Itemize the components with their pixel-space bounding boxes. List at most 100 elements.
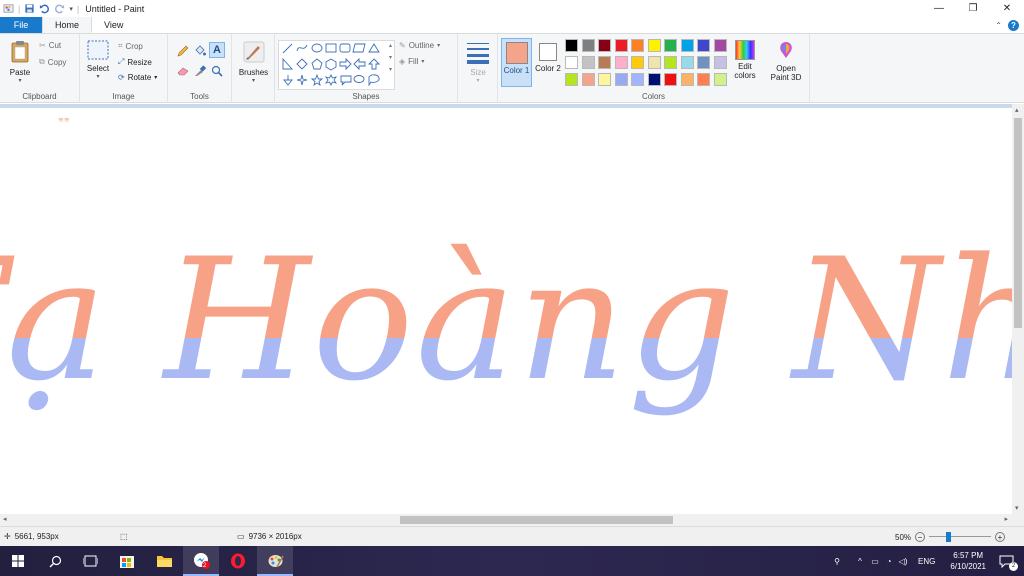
undo-icon[interactable] [39,3,50,14]
zoom-slider-thumb[interactable] [945,532,951,542]
palette-swatch[interactable] [647,56,661,69]
zoom-slider[interactable] [929,532,992,542]
taskbar-store-app[interactable] [109,546,145,576]
palette-swatch[interactable] [713,73,727,86]
rotate-button[interactable]: ⟳ Rotate ▾ [118,73,157,82]
color1-button[interactable]: Color 1 [501,38,532,87]
color-picker-icon[interactable] [193,65,207,77]
clock[interactable]: 6:57 PM 6/10/2021 [950,550,986,572]
palette-swatch[interactable] [680,73,694,86]
copy-button[interactable]: ⧉ Copy [39,57,66,67]
resize-handle-mark[interactable]: ≋≋ [58,116,70,124]
zoom-out-icon[interactable]: − [915,532,926,542]
palette-swatch[interactable] [581,56,595,69]
volume-icon[interactable]: ◁) [896,557,910,566]
palette-swatch[interactable] [664,39,677,52]
paste-dropdown-icon[interactable]: ▾ [6,77,34,84]
palette-swatch[interactable] [680,39,694,52]
palette-swatch[interactable] [614,56,628,69]
palette-swatch[interactable] [680,56,694,69]
save-icon[interactable] [24,3,35,14]
close-button[interactable]: ✕ [990,0,1024,17]
palette-swatch[interactable] [565,39,578,52]
palette-swatch[interactable] [581,39,595,52]
fill-bucket-icon[interactable] [193,44,207,58]
select-button[interactable]: Select ▾ [85,40,111,80]
redo-icon[interactable] [54,3,65,14]
show-hidden-icons-icon[interactable]: ^ [852,557,868,566]
drawing-canvas[interactable]: ≋≋ Tạ Hoàng Nhi [0,108,1024,514]
tab-view[interactable]: View [92,17,135,33]
vertical-scrollbar[interactable]: ▴ ▾ [1012,104,1024,514]
search-button[interactable] [37,546,73,576]
color1-swatch [505,42,528,64]
vertical-scroll-thumb[interactable] [1014,118,1022,328]
text-tool-icon[interactable]: A [209,42,225,58]
cut-button[interactable]: ✂ Cut [39,41,61,50]
palette-swatch[interactable] [664,56,677,69]
palette-swatch[interactable] [565,56,578,69]
collapse-ribbon-icon[interactable]: ⌃ [995,21,1002,30]
tab-file[interactable]: File [0,17,42,33]
palette-swatch[interactable] [697,56,710,69]
outline-button[interactable]: ✎ Outline ▾ [399,41,440,50]
resize-button[interactable]: ⤢ Resize [118,57,152,67]
pencil-icon[interactable] [176,44,190,58]
palette-swatch[interactable] [697,39,710,52]
scroll-left-icon[interactable]: ◂ [3,515,7,523]
horizontal-scrollbar[interactable]: ◂ ▸ [0,514,1024,526]
language-indicator[interactable]: ENG [918,557,935,566]
edit-colors-button[interactable]: Edit colors [730,40,760,80]
scroll-down-icon[interactable]: ▾ [1015,504,1019,512]
scroll-up-icon[interactable]: ▴ [1015,106,1019,114]
palette-swatch[interactable] [581,73,595,86]
magnifier-icon[interactable] [211,65,223,77]
brushes-button[interactable]: Brushes ▾ [235,40,272,84]
taskbar-opera[interactable] [220,546,256,576]
taskbar-messenger[interactable]: 2 [183,546,219,576]
palette-swatch[interactable] [598,39,611,52]
scroll-right-icon[interactable]: ▸ [1004,515,1008,523]
palette-swatch[interactable] [713,39,727,52]
action-center-button[interactable]: 2 [988,546,1024,576]
open-paint3d-button[interactable]: Open Paint 3D [766,40,806,82]
start-button[interactable] [0,546,36,576]
palette-swatch[interactable] [598,73,611,86]
minimize-button[interactable]: — [922,0,956,17]
customize-qa-icon[interactable]: ▾ [69,5,73,13]
zoom-in-icon[interactable]: + [995,532,1006,542]
fill-button[interactable]: ◈ Fill ▾ [399,57,424,66]
palette-swatch[interactable] [631,56,644,69]
palette-swatch[interactable] [664,73,677,86]
palette-swatch[interactable] [598,56,611,69]
palette-swatch[interactable] [697,73,710,86]
horizontal-scroll-thumb[interactable] [400,516,673,524]
network-icon[interactable]: ◔ [882,557,896,566]
battery-icon[interactable]: ▭ [868,557,882,566]
palette-swatch[interactable] [647,73,661,86]
select-dropdown-icon[interactable]: ▾ [85,73,111,80]
palette-swatch[interactable] [614,73,628,86]
maximize-button[interactable]: ❐ [956,0,990,17]
crop-button[interactable]: ⌗ Crop [118,41,143,51]
task-view-button[interactable] [72,546,108,576]
shapes-scroll[interactable]: ▴ ▾ ▾ [386,40,395,90]
taskbar-file-explorer[interactable] [146,546,182,576]
shapes-gallery[interactable] [278,40,395,90]
color2-button[interactable]: Color 2 [534,38,562,73]
size-button[interactable]: Size ▾ [462,40,494,84]
palette-swatch[interactable] [614,39,628,52]
palette-swatch[interactable] [631,73,644,86]
eraser-icon[interactable] [176,65,190,77]
windows-logo-icon [12,555,24,567]
palette-swatch[interactable] [565,73,578,86]
taskbar-paint[interactable] [257,546,293,576]
palette-swatch[interactable] [647,39,661,52]
people-icon[interactable]: ⚲ [828,557,846,566]
tab-home[interactable]: Home [42,17,93,33]
palette-swatch[interactable] [631,39,644,52]
paste-button[interactable]: Paste ▾ [6,40,34,84]
palette-swatch[interactable] [713,56,727,69]
help-icon[interactable]: ? [1008,19,1019,31]
canvas-area[interactable]: ≋≋ Tạ Hoàng Nhi [0,104,1024,514]
